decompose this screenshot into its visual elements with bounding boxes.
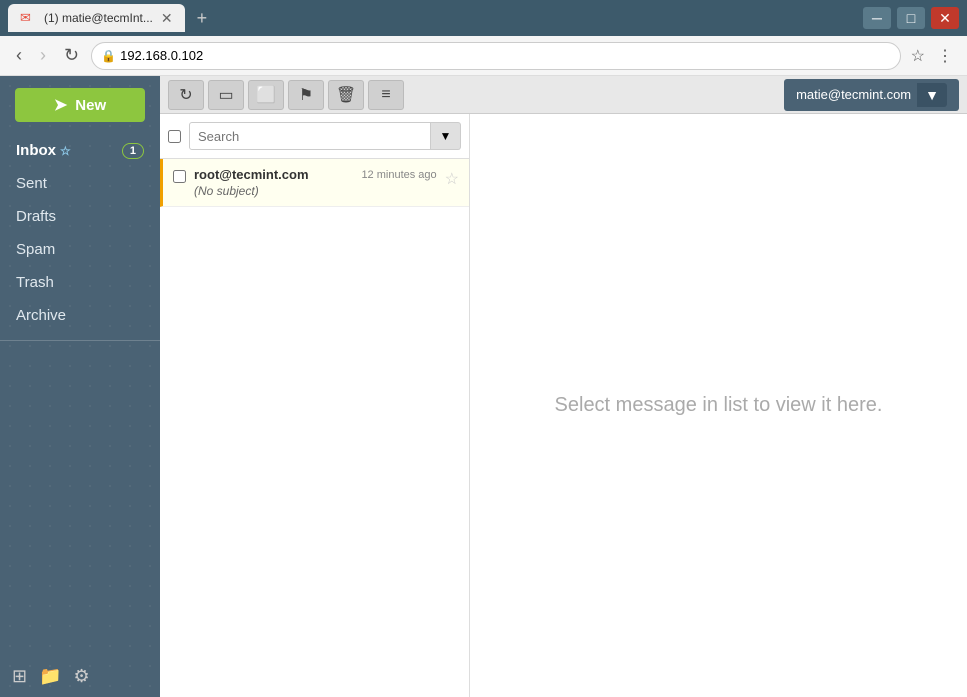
table-row[interactable]: root@tecmint.com 12 minutes ago (No subj… [160,159,469,207]
reload-button[interactable]: ↻ [58,41,85,70]
nav-divider [0,340,160,341]
bookmark-button[interactable]: ☆ [907,44,929,68]
sidebar-bottom: ⊞ 📁 ⚙ [0,656,160,697]
sidebar-item-archive[interactable]: Archive [0,299,160,332]
email-star-icon[interactable]: ☆ [445,169,459,189]
spam-label: Spam [16,241,55,258]
address-input[interactable] [91,42,901,70]
folder-icon: ▭ [218,85,233,105]
sidebar-item-spam[interactable]: Spam [0,233,160,266]
search-bar: ▼ [160,114,469,159]
more-menu-button[interactable]: ≡ [368,80,404,110]
empty-preview-message: Select message in list to view it here. [555,394,883,417]
tab-title: (1) matie@tecmInt... [44,11,153,25]
message-preview: Select message in list to view it here. [470,114,967,697]
sidebar-item-sent[interactable]: Sent [0,167,160,200]
tab-favicon: ✉ [20,10,36,26]
address-lock-icon: 🔒 [101,49,116,63]
user-info: matie@tecmint.com ▼ [784,79,959,111]
browser-tab[interactable]: ✉ (1) matie@tecmInt... ✕ [8,4,185,32]
flag-icon: ⚑ [299,85,313,105]
email-subject: (No subject) [194,184,437,198]
user-dropdown-button[interactable]: ▼ [917,83,947,107]
browser-titlebar: ✉ (1) matie@tecmInt... ✕ + ─ □ ✕ [0,0,967,36]
refresh-toolbar-button[interactable]: ↻ [168,80,204,110]
sent-label: Sent [16,175,47,192]
user-email-text: matie@tecmint.com [796,87,911,102]
drafts-label: Drafts [16,208,56,225]
new-tab-button[interactable]: + [191,8,214,29]
email-checkbox[interactable] [173,170,186,183]
delete-button[interactable]: 🗑 [328,80,364,110]
sidebar-item-drafts[interactable]: Drafts [0,200,160,233]
email-sender: root@tecmint.com [194,167,309,182]
search-dropdown-icon: ▼ [440,129,452,143]
refresh-icon: ↻ [179,85,192,105]
archive-button[interactable]: ⬜ [248,80,284,110]
minimize-button[interactable]: ─ [863,7,891,29]
forward-button[interactable]: › [34,41,52,70]
sidebar: ➤ New Inbox ☆ 1 Sent Drafts Spam [0,76,160,697]
archive-icon: ⬜ [256,85,276,105]
email-list: root@tecmint.com 12 minutes ago (No subj… [160,159,469,207]
trash-icon: 🗑 [336,85,356,105]
back-button[interactable]: ‹ [10,41,28,70]
sidebar-nav: Inbox ☆ 1 Sent Drafts Spam Trash Archive [0,134,160,349]
inbox-star-icon: ☆ [60,144,71,158]
main-area: ↻ ▭ ⬜ ⚑ 🗑 ≡ matie@tecmint.com [160,76,967,697]
browser-menu-button[interactable]: ⋮ [933,44,957,68]
email-area: ▼ root@tecmint.com 12 minutes ago [160,114,967,697]
search-dropdown-button[interactable]: ▼ [431,122,461,150]
compose-button[interactable]: ➤ New [15,88,145,122]
expand-button[interactable]: ⊞ [12,666,27,687]
select-all-checkbox[interactable] [168,130,181,143]
sidebar-item-inbox[interactable]: Inbox ☆ 1 [0,134,160,167]
close-window-button[interactable]: ✕ [931,7,959,29]
menu-icon: ≡ [381,86,390,104]
move-folder-button[interactable]: ▭ [208,80,244,110]
email-content: root@tecmint.com 12 minutes ago (No subj… [194,167,437,198]
folder-button[interactable]: 📁 [39,666,61,687]
inbox-badge: 1 [122,143,144,159]
maximize-button[interactable]: □ [897,7,925,29]
flag-button[interactable]: ⚑ [288,80,324,110]
inbox-label: Inbox [16,142,56,159]
browser-controls: ‹ › ↻ 🔒 ☆ ⋮ [0,36,967,76]
app-content: ➤ New Inbox ☆ 1 Sent Drafts Spam [0,76,967,697]
email-time: 12 minutes ago [361,169,436,181]
email-list-panel: ▼ root@tecmint.com 12 minutes ago [160,114,470,697]
email-header: root@tecmint.com 12 minutes ago [194,167,437,182]
toolbar: ↻ ▭ ⬜ ⚑ 🗑 ≡ matie@tecmint.com [160,76,967,114]
compose-icon: ➤ [54,95,67,115]
trash-label: Trash [16,274,54,291]
sidebar-item-trash[interactable]: Trash [0,266,160,299]
user-dropdown-icon: ▼ [925,87,939,103]
tab-close-button[interactable]: ✕ [161,10,173,27]
archive-label: Archive [16,307,66,324]
compose-label: New [75,97,106,114]
search-input[interactable] [189,122,431,150]
settings-button[interactable]: ⚙ [74,666,90,687]
